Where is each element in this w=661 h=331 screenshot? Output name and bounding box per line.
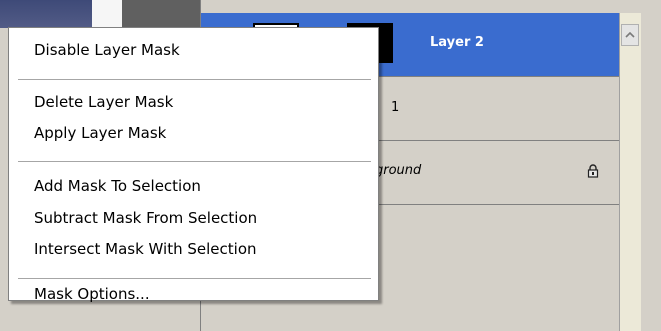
workspace-background: [0, 0, 92, 28]
layer-name[interactable]: Layer 2: [430, 35, 484, 50]
menu-item-intersect-mask-with-selection[interactable]: Intersect Mask With Selection: [34, 240, 257, 258]
layer-name[interactable]: ground: [375, 163, 421, 178]
menu-item-apply-layer-mask[interactable]: Apply Layer Mask: [34, 124, 166, 142]
menu-item-subtract-mask-from-selection[interactable]: Subtract Mask From Selection: [34, 209, 257, 227]
menu-item-add-mask-to-selection[interactable]: Add Mask To Selection: [34, 177, 201, 195]
lock-icon: [587, 164, 599, 178]
workspace-strip-dark: [122, 0, 200, 28]
menu-item-delete-layer-mask[interactable]: Delete Layer Mask: [34, 93, 173, 111]
workspace-strip: [92, 0, 122, 28]
layers-scrollbar[interactable]: [619, 13, 641, 331]
layer-mask-context-menu: Disable Layer Mask Delete Layer Mask App…: [8, 27, 379, 303]
layers-panel-header: [201, 0, 641, 14]
menu-separator: [18, 161, 371, 162]
layer-name[interactable]: 1: [391, 100, 399, 115]
menu-item-mask-options[interactable]: Mask Options...: [34, 285, 150, 303]
menu-item-disable-layer-mask[interactable]: Disable Layer Mask: [34, 41, 180, 59]
menu-separator: [18, 79, 371, 80]
chevron-up-icon: [625, 32, 635, 38]
scroll-up-button[interactable]: [621, 24, 639, 46]
menu-separator: [18, 278, 371, 279]
